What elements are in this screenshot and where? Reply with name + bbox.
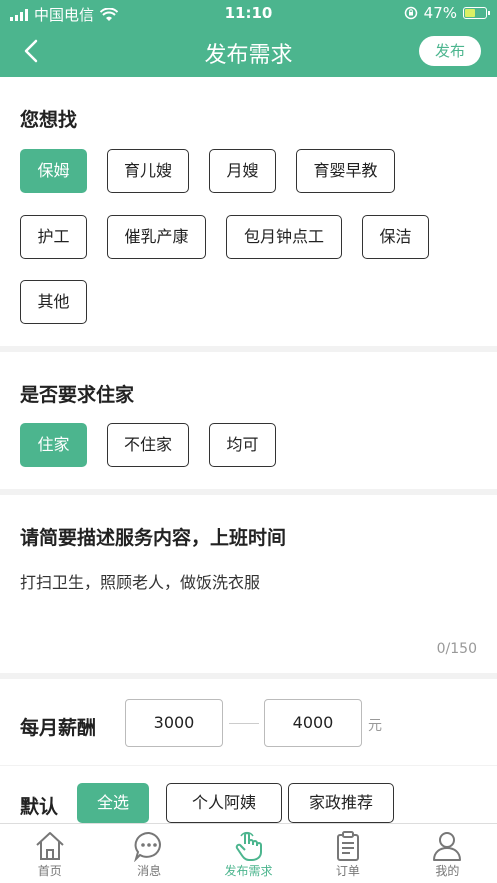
home-icon — [36, 832, 64, 860]
battery-level — [465, 9, 476, 17]
tab-messages-label: 消息 — [137, 864, 162, 878]
live-in-section: 是否要求住家 住家 不住家 均可 — [0, 352, 497, 489]
salary-min-input[interactable]: 3000 — [125, 699, 223, 747]
chat-icon — [134, 831, 161, 862]
option-maternity[interactable]: 月嫂 — [209, 149, 276, 193]
default-label: 默认 — [20, 796, 59, 818]
filter-agency[interactable]: 家政推荐 — [288, 783, 394, 823]
char-count: 0/150 — [436, 641, 477, 657]
publish-button[interactable]: 发布 — [419, 36, 481, 66]
option-postpartum[interactable]: 催乳产康 — [107, 215, 206, 259]
salary-section: 每月薪酬 3000 4000 元 — [0, 679, 497, 765]
option-not-live-in[interactable]: 不住家 — [107, 423, 189, 467]
description-textarea[interactable]: 打扫卫生，照顾老人，做饭洗衣服 — [20, 569, 260, 593]
option-monthly-hourly[interactable]: 包月钟点工 — [226, 215, 342, 259]
salary-label: 每月薪酬 — [20, 717, 97, 739]
tap-hand-icon — [235, 831, 262, 861]
salary-unit: 元 — [368, 718, 382, 734]
tab-publish[interactable]: 发布需求 — [199, 824, 298, 883]
filter-all[interactable]: 全选 — [77, 783, 149, 823]
option-cleaning[interactable]: 保洁 — [362, 215, 429, 259]
tab-mine[interactable]: 我的 — [398, 824, 497, 883]
option-live-in[interactable]: 住家 — [20, 423, 87, 467]
want-title: 您想找 — [20, 109, 78, 131]
option-either[interactable]: 均可 — [209, 423, 276, 467]
option-childcare[interactable]: 育儿嫂 — [107, 149, 189, 193]
option-nanny[interactable]: 保姆 — [20, 149, 87, 193]
want-section: 您想找 保姆 育儿嫂 月嫂 育婴早教 护工 催乳产康 包月钟点工 保洁 其他 — [0, 77, 497, 346]
live-in-title: 是否要求住家 — [20, 384, 135, 406]
option-other[interactable]: 其他 — [20, 280, 87, 324]
option-caregiver[interactable]: 护工 — [20, 215, 87, 259]
salary-max-input[interactable]: 4000 — [264, 699, 362, 747]
tab-orders-label: 订单 — [335, 864, 360, 878]
nav-bar: 发布需求 发布 — [0, 27, 497, 77]
status-right: 47% — [404, 4, 490, 22]
tab-bar: 首页 消息 发布需求 订单 我的 — [0, 823, 497, 883]
range-separator — [229, 723, 259, 724]
tab-mine-label: 我的 — [435, 864, 460, 878]
filter-individual[interactable]: 个人阿姨 — [166, 783, 282, 823]
tab-messages[interactable]: 消息 — [99, 824, 198, 883]
description-section: 请简要描述服务内容，上班时间 打扫卫生，照顾老人，做饭洗衣服 0/150 — [0, 495, 497, 673]
option-early-education[interactable]: 育婴早教 — [296, 149, 395, 193]
orientation-lock-icon — [404, 6, 417, 20]
default-filter-section: 默认 全选 个人阿姨 家政推荐 — [0, 766, 497, 823]
tab-orders[interactable]: 订单 — [298, 824, 397, 883]
tab-publish-label: 发布需求 — [224, 864, 273, 878]
status-bar: 中国电信 11:10 47% — [0, 0, 497, 27]
battery-percent: 47% — [423, 4, 457, 22]
clipboard-icon — [336, 831, 359, 861]
description-title: 请简要描述服务内容，上班时间 — [20, 527, 287, 549]
user-icon — [433, 832, 462, 861]
tab-home[interactable]: 首页 — [0, 824, 99, 883]
tab-home-label: 首页 — [37, 864, 62, 878]
battery-icon — [463, 7, 490, 19]
